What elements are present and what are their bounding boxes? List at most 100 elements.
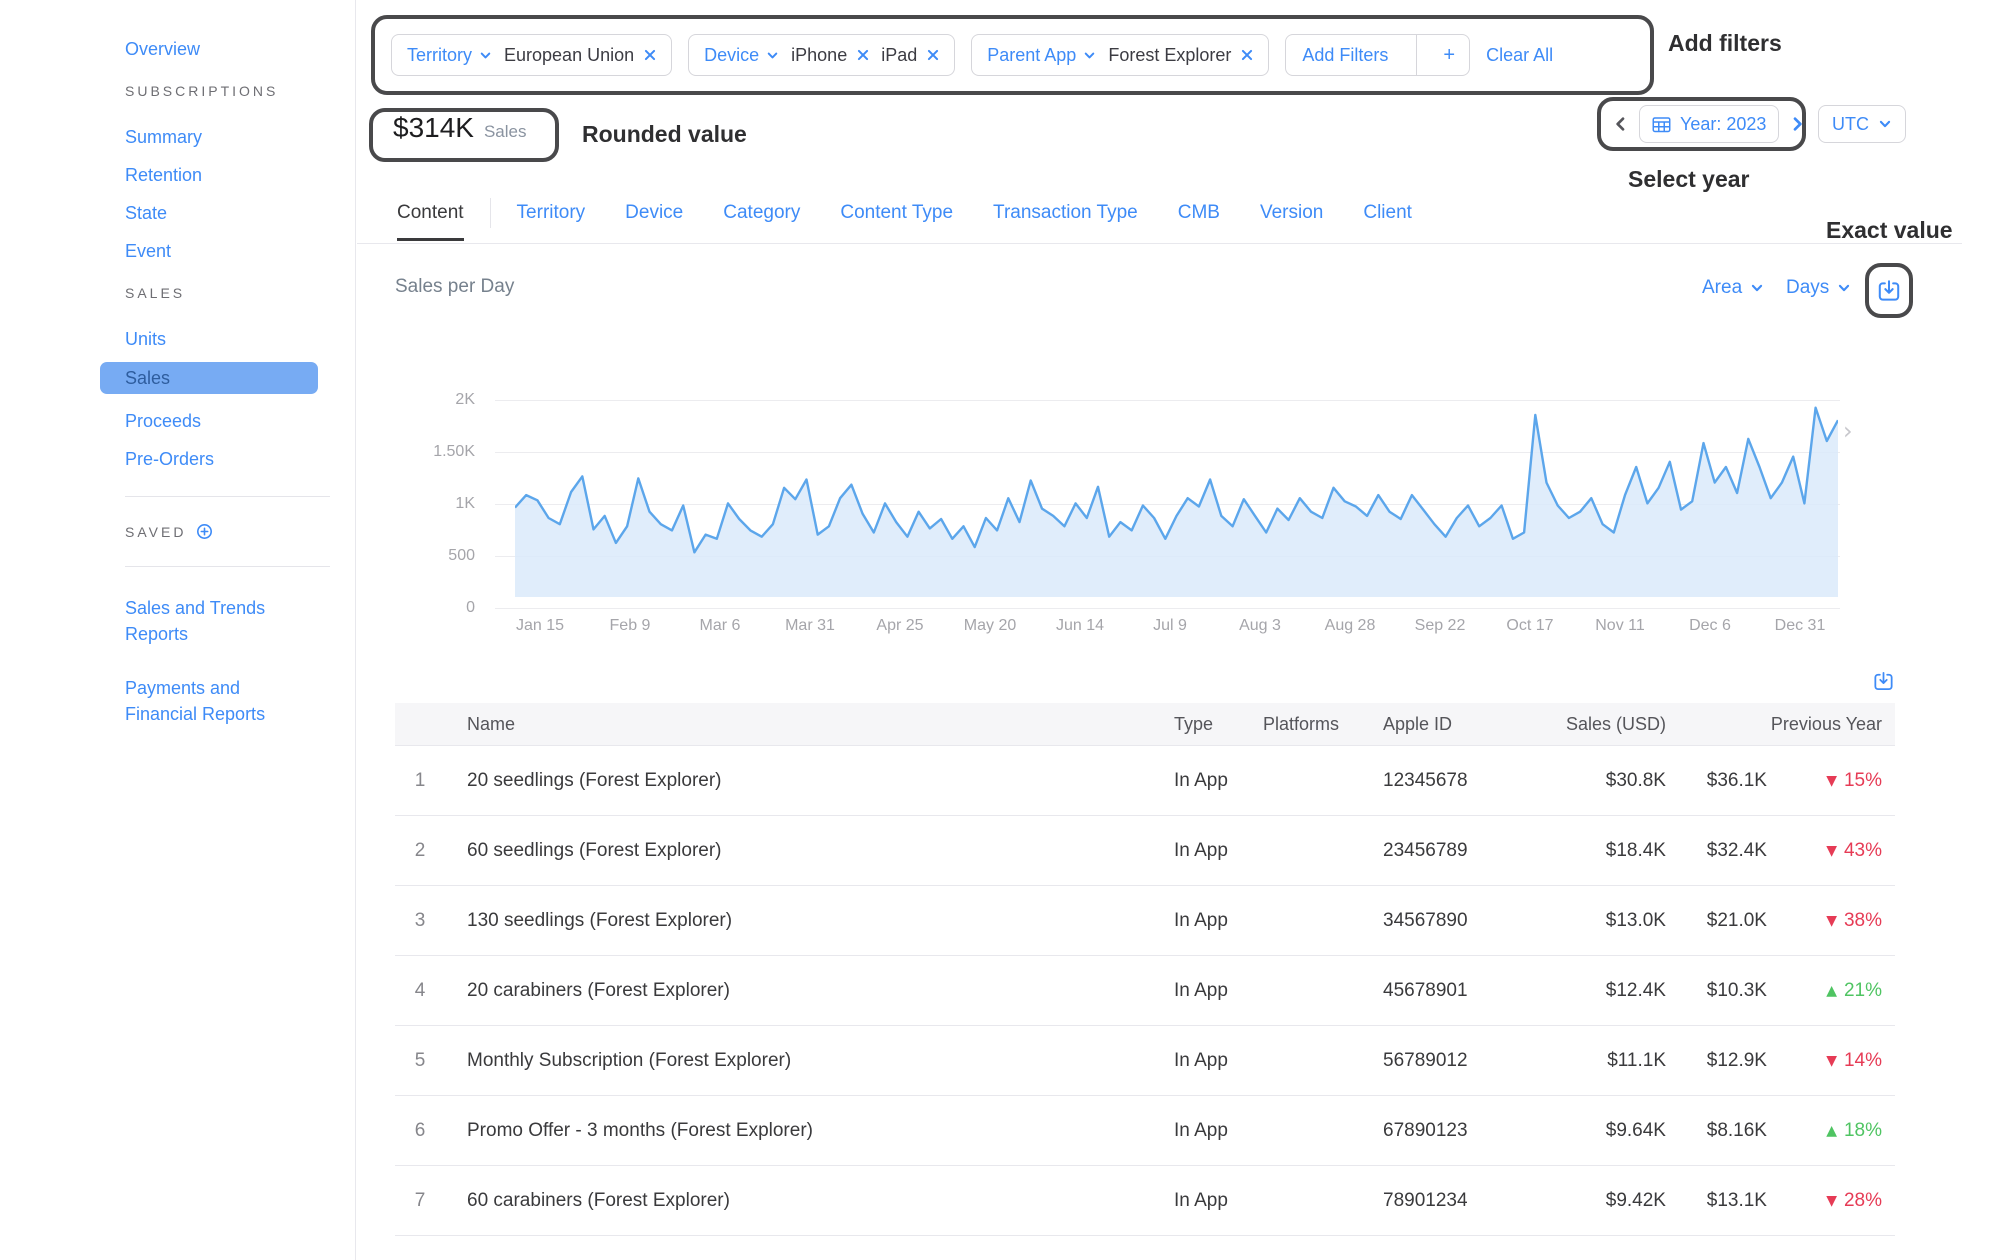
sidebar-item-event[interactable]: Event bbox=[125, 240, 355, 262]
table-row[interactable]: 420 carabiners (Forest Explorer)In App45… bbox=[395, 956, 1895, 1026]
sidebar-item-units[interactable]: Units bbox=[125, 328, 355, 350]
cell-previous-year: $8.16K bbox=[1666, 1120, 1767, 1142]
cell-rank: 1 bbox=[395, 770, 445, 792]
tab-content-type[interactable]: Content Type bbox=[840, 202, 953, 224]
cell-sales: $9.42K bbox=[1525, 1190, 1666, 1212]
remove-filter-icon[interactable] bbox=[857, 49, 869, 61]
tab-device[interactable]: Device bbox=[625, 202, 683, 224]
x-axis-tick-label: Sep 22 bbox=[1395, 617, 1485, 635]
next-year-icon[interactable] bbox=[1789, 116, 1805, 132]
column-header-previous-year[interactable]: Previous Year bbox=[1666, 714, 1882, 735]
table-row[interactable]: 120 seedlings (Forest Explorer)In App123… bbox=[395, 746, 1895, 816]
sales-and-trends-page: OverviewSUBSCRIPTIONSSummaryRetentionSta… bbox=[0, 0, 2010, 1260]
tab-content[interactable]: Content bbox=[397, 202, 464, 224]
change-percent: 21% bbox=[1844, 980, 1882, 1002]
plus-icon[interactable]: + bbox=[1429, 44, 1469, 67]
table-row[interactable]: 260 seedlings (Forest Explorer)In App234… bbox=[395, 816, 1895, 886]
filter-chip-territory-dropdown[interactable]: Territory bbox=[407, 45, 492, 66]
x-axis-tick-label: Nov 11 bbox=[1575, 617, 1665, 635]
year-label: Year: 2023 bbox=[1680, 114, 1766, 135]
table-row[interactable]: 6Promo Offer - 3 months (Forest Explorer… bbox=[395, 1096, 1895, 1166]
chart-next-icon[interactable]: › bbox=[1843, 417, 1853, 445]
table-row[interactable]: 5Monthly Subscription (Forest Explorer)I… bbox=[395, 1026, 1895, 1096]
tab-territory[interactable]: Territory bbox=[517, 202, 586, 224]
filter-value: European Union bbox=[504, 45, 656, 66]
chart-style-selector[interactable]: Area bbox=[1702, 277, 1764, 299]
cell-type: In App bbox=[1174, 980, 1263, 1002]
table-download-button[interactable] bbox=[1872, 670, 1895, 693]
chart-interval-selector[interactable]: Days bbox=[1786, 277, 1851, 299]
filter-value: iPhone bbox=[791, 45, 869, 66]
cell-rank: 6 bbox=[395, 1120, 445, 1142]
tab-cmb[interactable]: CMB bbox=[1178, 202, 1220, 224]
arrow-up-icon: ▲ bbox=[1826, 1123, 1837, 1139]
filter-chip-device: DeviceiPhoneiPad bbox=[688, 34, 955, 76]
year-selector[interactable]: Year: 2023 bbox=[1639, 105, 1779, 143]
sidebar-item-state[interactable]: State bbox=[125, 202, 355, 224]
sidebar-item-sales-and-trends-reports[interactable]: Sales and Trends Reports bbox=[125, 595, 315, 647]
sidebar-item-proceeds[interactable]: Proceeds bbox=[125, 410, 355, 432]
chart-download-button[interactable] bbox=[1876, 278, 1902, 304]
filter-chip-device-dropdown[interactable]: Device bbox=[704, 45, 779, 66]
cell-change: ▲21% bbox=[1767, 980, 1882, 1002]
clear-all-button[interactable]: Clear All bbox=[1486, 45, 1553, 66]
annotation-rounded-value: Rounded value bbox=[582, 121, 747, 148]
sidebar-item-sales[interactable]: Sales bbox=[100, 362, 318, 394]
column-header-platforms[interactable]: Platforms bbox=[1263, 714, 1383, 735]
chart-gridline bbox=[495, 608, 1840, 609]
remove-filter-icon[interactable] bbox=[927, 49, 939, 61]
tab-client[interactable]: Client bbox=[1363, 202, 1412, 224]
x-axis-tick-label: Apr 25 bbox=[855, 617, 945, 635]
cell-previous-year: $21.0K bbox=[1666, 910, 1767, 932]
y-axis-tick-label: 2K bbox=[395, 389, 475, 411]
cell-sales: $12.4K bbox=[1525, 980, 1666, 1002]
x-axis-tick-label: Jul 9 bbox=[1125, 617, 1215, 635]
cell-rank: 2 bbox=[395, 840, 445, 862]
sidebar-saved-label: SAVED bbox=[125, 524, 186, 540]
y-axis-tick-label: 500 bbox=[395, 545, 475, 567]
change-percent: 38% bbox=[1844, 910, 1882, 932]
arrow-down-icon: ▼ bbox=[1826, 913, 1837, 929]
sidebar-item-retention[interactable]: Retention bbox=[125, 164, 355, 186]
sidebar-item-payments-and-financial-reports[interactable]: Payments and Financial Reports bbox=[125, 675, 315, 727]
cell-sales: $11.1K bbox=[1525, 1050, 1666, 1072]
tab-transaction-type[interactable]: Transaction Type bbox=[993, 202, 1138, 224]
table-row[interactable]: 760 carabiners (Forest Explorer)In App78… bbox=[395, 1166, 1895, 1236]
column-header-apple-id[interactable]: Apple ID bbox=[1383, 714, 1525, 735]
cell-rank: 5 bbox=[395, 1050, 445, 1072]
chevron-down-icon bbox=[1750, 281, 1764, 295]
tab-divider bbox=[490, 198, 491, 228]
chevron-down-icon bbox=[1878, 117, 1892, 131]
arrow-down-icon: ▼ bbox=[1826, 773, 1837, 789]
sidebar-item-pre-orders[interactable]: Pre-Orders bbox=[125, 448, 355, 470]
chevron-down-icon bbox=[1083, 49, 1096, 62]
previous-year-icon[interactable] bbox=[1613, 116, 1629, 132]
sidebar: OverviewSUBSCRIPTIONSSummaryRetentionSta… bbox=[0, 0, 356, 1260]
column-header-type[interactable]: Type bbox=[1174, 714, 1263, 735]
year-selector-annotation-box: Year: 2023 bbox=[1597, 97, 1806, 151]
remove-filter-icon[interactable] bbox=[644, 49, 656, 61]
add-filters-label[interactable]: Add Filters bbox=[1286, 45, 1404, 66]
cell-apple-id: 56789012 bbox=[1383, 1050, 1525, 1072]
x-axis-tick-label: Aug 28 bbox=[1305, 617, 1395, 635]
change-percent: 15% bbox=[1844, 770, 1882, 792]
sidebar-item-overview[interactable]: Overview bbox=[125, 38, 355, 60]
cell-apple-id: 34567890 bbox=[1383, 910, 1525, 932]
filter-value-label: European Union bbox=[504, 45, 634, 66]
arrow-down-icon: ▼ bbox=[1826, 1053, 1837, 1069]
sidebar-item-summary[interactable]: Summary bbox=[125, 126, 355, 148]
filter-chip-parent-app-dropdown[interactable]: Parent App bbox=[987, 45, 1096, 66]
timezone-selector[interactable]: UTC bbox=[1818, 105, 1906, 143]
remove-filter-icon[interactable] bbox=[1241, 49, 1253, 61]
add-filters-button[interactable]: Add Filters + bbox=[1285, 34, 1470, 76]
column-header-name[interactable]: Name bbox=[445, 714, 1174, 735]
tab-version[interactable]: Version bbox=[1260, 202, 1323, 224]
cell-type: In App bbox=[1174, 1120, 1263, 1142]
plus-circle-icon[interactable] bbox=[196, 523, 213, 540]
table-row[interactable]: 3130 seedlings (Forest Explorer)In App34… bbox=[395, 886, 1895, 956]
cell-change: ▼14% bbox=[1767, 1050, 1882, 1072]
tab-category[interactable]: Category bbox=[723, 202, 800, 224]
column-header-sales-usd[interactable]: Sales (USD) bbox=[1525, 714, 1666, 735]
cell-name: 60 seedlings (Forest Explorer) bbox=[445, 840, 1174, 862]
cell-previous-year: $12.9K bbox=[1666, 1050, 1767, 1072]
